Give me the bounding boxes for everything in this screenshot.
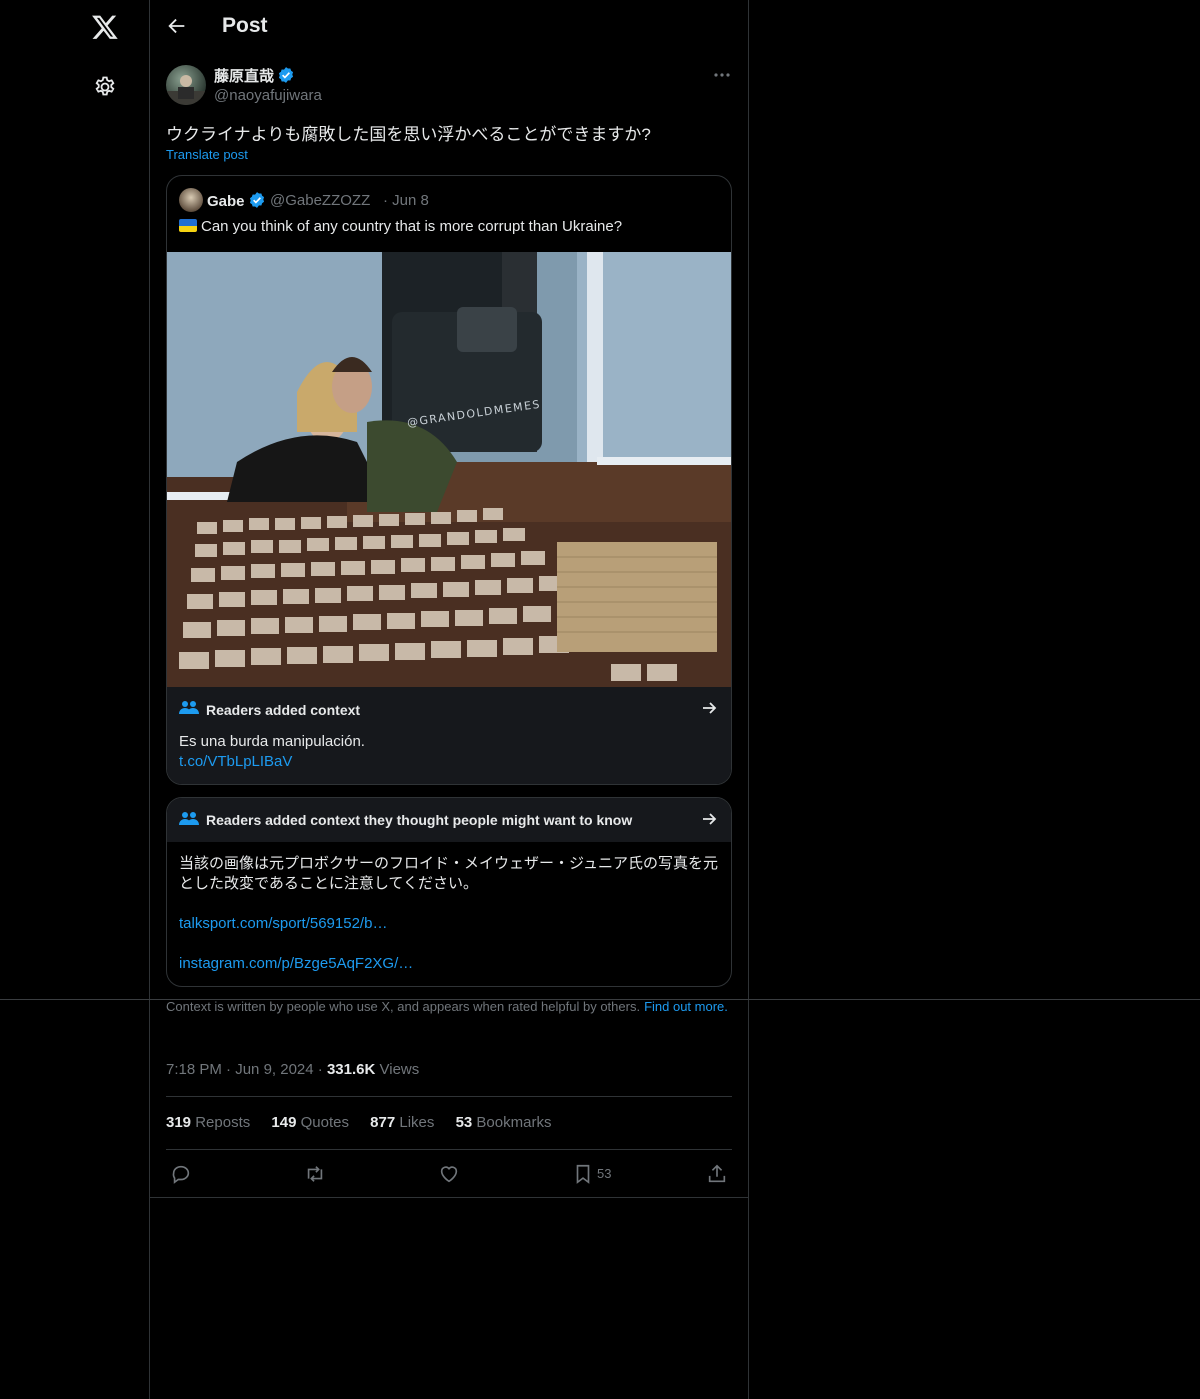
author-name[interactable]: 藤原直哉 <box>214 65 295 86</box>
community-note-main: Readers added context they thought peopl… <box>166 797 732 987</box>
community-note[interactable]: Readers added context Es una burda manip… <box>167 687 731 784</box>
find-out-more-link[interactable]: Find out more. <box>644 999 728 1014</box>
arrow-right-icon[interactable] <box>701 700 717 716</box>
note-title: Readers added context <box>206 702 361 718</box>
post-meta: 7:18 PM · Jun 9, 2024 · 331.6K Views <box>166 1061 420 1078</box>
note-link[interactable]: t.co/VTbLpLIBaV <box>179 753 292 770</box>
action-bar: 53 <box>150 1160 748 1188</box>
verified-icon <box>278 67 294 83</box>
divider <box>150 1197 748 1198</box>
note-link[interactable]: instagram.com/p/Bzge5AqF2XG/… <box>179 955 413 972</box>
bookmarks-stat: 53 Bookmarks <box>455 1114 552 1131</box>
people-icon <box>179 812 199 825</box>
share-icon[interactable] <box>706 1163 728 1185</box>
likes-stat[interactable]: 877 Likes <box>370 1114 434 1131</box>
like-icon[interactable] <box>438 1163 460 1185</box>
quoted-image[interactable]: @GRANDOLDMEMES <box>167 252 731 687</box>
author-handle[interactable]: @naoyafujiwara <box>214 87 322 104</box>
note-body: Es una burda manipulación. <box>179 733 365 750</box>
left-rail <box>0 0 150 1399</box>
note-link[interactable]: talksport.com/sport/569152/b… <box>179 915 387 932</box>
reposts-stat[interactable]: 319 Reposts <box>166 1114 250 1131</box>
quoted-post[interactable]: Gabe @GabeZZOZZ · Jun 8 Can you think of… <box>166 175 732 785</box>
post-time[interactable]: 7:18 PM <box>166 1061 222 1078</box>
quoted-date[interactable]: · Jun 8 <box>383 192 429 209</box>
back-arrow-icon[interactable] <box>166 15 188 37</box>
more-icon[interactable] <box>712 67 732 83</box>
bookmark-count: 53 <box>597 1166 612 1181</box>
overlay-line <box>0 999 1200 1000</box>
ukraine-flag-icon <box>179 219 197 232</box>
divider <box>166 1149 732 1150</box>
divider <box>166 1096 732 1097</box>
quoted-avatar[interactable] <box>179 188 203 212</box>
note-disclaimer: Context is written by people who use X, … <box>166 999 728 1014</box>
people-icon <box>179 701 199 714</box>
post-column: Post 藤原直哉 @naoyafujiwara ウクライナよりも腐敗した国を思… <box>150 0 749 1399</box>
note-title: Readers added context they thought peopl… <box>206 812 633 828</box>
quoted-author-name[interactable]: Gabe <box>207 191 266 210</box>
reply-icon[interactable] <box>170 1163 192 1185</box>
views-count: 331.6K <box>326 1061 376 1078</box>
topbar: Post <box>150 0 748 53</box>
repost-icon[interactable] <box>304 1163 326 1185</box>
quotes-stat[interactable]: 149 Quotes <box>271 1114 349 1131</box>
quoted-text: Can you think of any country that is mor… <box>179 218 622 235</box>
verified-icon <box>249 192 264 208</box>
post-text: ウクライナよりも腐敗した国を思い浮かべることができますか? <box>166 125 651 144</box>
quoted-author-handle[interactable]: @GabeZZOZZ <box>270 192 370 209</box>
views-label: Views <box>379 1061 420 1078</box>
avatar[interactable] <box>166 65 206 105</box>
gear-icon[interactable] <box>93 75 117 99</box>
note-body: 当該の画像は元プロボクサーのフロイド・メイウェザー・ジュニア氏の写真を元とした改… <box>179 855 718 892</box>
arrow-right-icon[interactable] <box>701 811 717 827</box>
post-date[interactable]: Jun 9, 2024 <box>235 1061 313 1078</box>
bookmark-icon[interactable] <box>572 1163 594 1185</box>
x-logo-icon[interactable] <box>91 13 119 41</box>
page-title: Post <box>222 14 268 37</box>
note-header[interactable]: Readers added context they thought peopl… <box>167 798 731 842</box>
translate-post-link[interactable]: Translate post <box>166 147 248 162</box>
post-stats: 319 Reposts 149 Quotes 877 Likes 53 Book… <box>166 1114 568 1131</box>
